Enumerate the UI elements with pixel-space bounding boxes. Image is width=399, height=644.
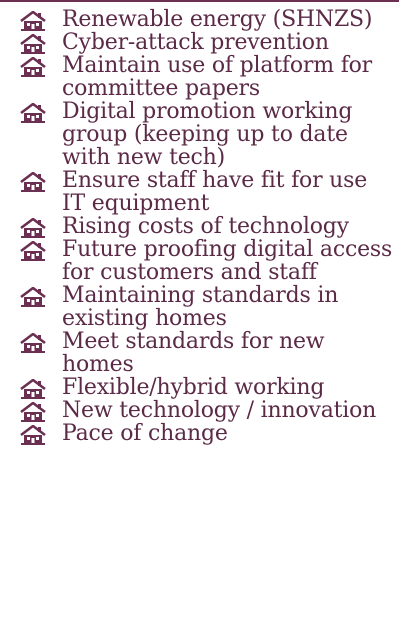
house-icon [20,57,46,77]
list-item-text: New technology / innovation [62,398,377,423]
list-item: Meet standards for new homes [0,330,399,376]
house-icon [20,379,46,399]
list-item-text: Pace of change [62,421,228,446]
list-item: Renewable energy (SHNZS) [0,8,399,31]
list-item: Cyber-attack prevention [0,31,399,54]
list-item: Ensure staff have fit for use IT equipme… [0,169,399,215]
house-icon [20,287,46,307]
list-item: Flexible/hybrid working [0,376,399,399]
list-item-text: Future proofing digital access for custo… [62,237,393,285]
top-divider [0,0,399,2]
list-item-text: Cyber-attack prevention [62,30,329,55]
list-item-text: Meet standards for new homes [62,329,325,377]
house-icon [20,11,46,31]
house-icon [20,172,46,192]
list-item-text: Rising costs of technology [62,214,349,239]
house-icon [20,333,46,353]
house-icon [20,425,46,445]
list-item: Maintaining standards in existing homes [0,284,399,330]
list-item-text: Maintaining standards in existing homes [62,283,339,331]
issues-bullet-list: Renewable energy (SHNZS) Cyber-attack pr… [0,8,399,445]
house-icon [20,402,46,422]
house-icon [20,103,46,123]
list-item: Rising costs of technology [0,215,399,238]
list-item-text: Digital promotion working group (keeping… [62,99,353,170]
list-item: Digital promotion working group (keeping… [0,100,399,169]
house-icon [20,34,46,54]
list-item-text: Ensure staff have fit for use IT equipme… [62,168,368,216]
list-item: Pace of change [0,422,399,445]
list-item: New technology / innovation [0,399,399,422]
list-item: Future proofing digital access for custo… [0,238,399,284]
house-icon [20,241,46,261]
list-item-text: Renewable energy (SHNZS) [62,7,373,32]
list-item: Maintain use of platform for committee p… [0,54,399,100]
house-icon [20,218,46,238]
list-item-text: Maintain use of platform for committee p… [62,53,372,101]
list-item-text: Flexible/hybrid working [62,375,325,400]
